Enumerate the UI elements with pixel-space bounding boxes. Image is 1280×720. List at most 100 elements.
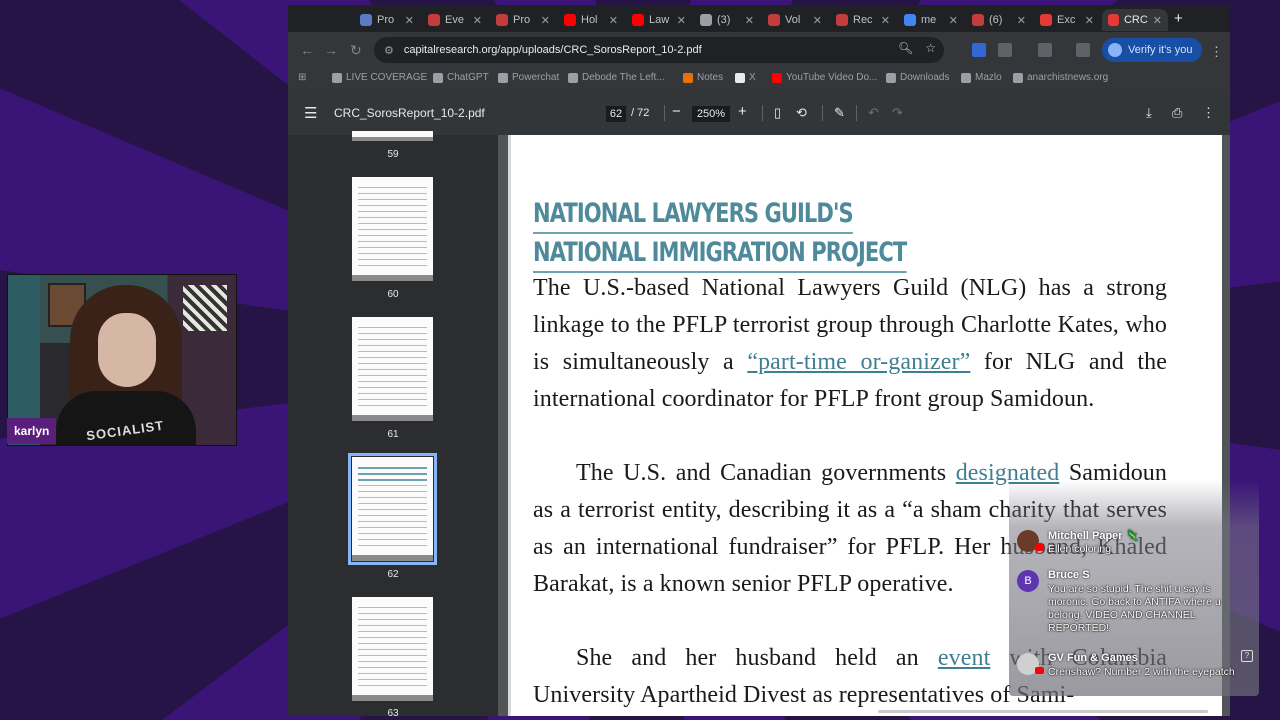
thumbnail-text-line	[358, 393, 427, 394]
forward-icon[interactable]: →	[324, 42, 338, 58]
reload-icon[interactable]: ↻	[350, 42, 362, 59]
page-thumbnail[interactable]	[352, 597, 433, 701]
section-heading: NATIONAL LAWYERS GUILD'S NATIONAL IMMIGR…	[533, 195, 907, 273]
tab-close-icon[interactable]: ✕	[949, 14, 958, 27]
tab-favicon-icon	[360, 14, 372, 26]
bookmark-item[interactable]: Downloads	[886, 72, 949, 83]
zoom-out-icon[interactable]: −	[672, 103, 681, 120]
bookmark-label: Notes	[697, 72, 724, 83]
browser-tab[interactable]: Rec ✕	[830, 9, 896, 31]
browser-tab[interactable]: Pro ✕	[490, 9, 556, 31]
bookmark-item[interactable]: Powerchat	[498, 72, 559, 83]
new-tab-icon[interactable]: +	[1174, 10, 1183, 27]
extension-icon[interactable]	[972, 43, 986, 57]
tab-label: Law	[649, 14, 670, 26]
tab-close-icon[interactable]: ✕	[1085, 14, 1094, 27]
thumbnail-text-line	[358, 649, 427, 650]
tab-close-icon[interactable]: ✕	[541, 14, 550, 27]
tab-close-icon[interactable]: ✕	[1153, 14, 1162, 27]
chat-text: You are so stupid. The shit u say is mor…	[1048, 583, 1221, 634]
zoom-level-input[interactable]: 250%	[692, 106, 730, 122]
browser-tab[interactable]: CRC ✕	[1102, 9, 1168, 31]
bookmark-icon	[772, 72, 782, 83]
toolbar-divider	[664, 105, 665, 121]
bookmark-item[interactable]: X	[735, 72, 756, 83]
download-icon[interactable]: ⤓	[1146, 105, 1152, 121]
tab-close-icon[interactable]: ✕	[405, 14, 414, 27]
thumbnail-text-line	[358, 485, 427, 486]
profile-avatar-icon	[1108, 43, 1122, 57]
thumbnail-text-line	[358, 637, 427, 638]
browser-tab[interactable]: me ✕	[898, 9, 964, 31]
undo-icon[interactable]: ↶	[868, 105, 879, 121]
page-thumbnail[interactable]	[352, 317, 433, 421]
browser-tab[interactable]: Eve ✕	[422, 9, 488, 31]
pdf-menu-icon[interactable]: ☰	[304, 104, 317, 122]
thumbnail-text-line	[358, 339, 427, 340]
fit-page-icon[interactable]: ▯	[774, 105, 781, 121]
thumbnail-text-line	[358, 503, 427, 504]
bookmark-item[interactable]: Notes	[683, 72, 723, 83]
tab-close-icon[interactable]: ✕	[1017, 14, 1026, 27]
back-icon[interactable]: ←	[300, 42, 314, 58]
bookmark-icon	[1013, 72, 1023, 83]
bookmark-label: anarchistnews.org	[1027, 72, 1109, 83]
pdf-more-icon[interactable]: ⋮	[1202, 105, 1215, 121]
tab-close-icon[interactable]: ✕	[473, 14, 482, 27]
browser-tab[interactable]: Hol ✕	[558, 9, 624, 31]
tab-close-icon[interactable]: ✕	[813, 14, 822, 27]
page-edge	[508, 135, 511, 716]
thumbnail-text-line	[358, 625, 427, 626]
browser-tab[interactable]: (3) ✕	[694, 9, 760, 31]
browser-tab[interactable]: Law ✕	[626, 9, 692, 31]
rotate-icon[interactable]: ⟲	[796, 105, 807, 121]
zoom-in-icon[interactable]: +	[738, 103, 747, 120]
page-thumbnail-current[interactable]	[348, 453, 437, 565]
redo-icon[interactable]: ↷	[892, 105, 903, 121]
browser-menu-icon[interactable]: ⋮	[1210, 44, 1223, 60]
bookmark-icon	[961, 72, 971, 83]
bookmark-item[interactable]: Debode The Left...	[568, 72, 665, 83]
site-info-icon[interactable]: ⚙	[384, 44, 394, 57]
thumbnail-text-line	[358, 369, 427, 370]
thumbnail-page-number: 62	[387, 569, 399, 580]
part-time-organizer-link[interactable]: “part-time or-ganizer”	[747, 349, 970, 375]
browser-tab[interactable]: (6) ✕	[966, 9, 1032, 31]
tab-close-icon[interactable]: ✕	[745, 14, 754, 27]
browser-tab[interactable]: Exc ✕	[1034, 9, 1100, 31]
zoom-icon[interactable]: 🔍︎	[898, 41, 913, 55]
bookmark-item[interactable]: anarchistnews.org	[1013, 72, 1108, 83]
apps-grid-icon[interactable]: ⊞	[298, 72, 306, 83]
event-link[interactable]: event	[938, 645, 990, 671]
bookmark-item[interactable]: Mazlo	[961, 72, 1002, 83]
bookmark-item[interactable]: LIVE COVERAGE	[332, 72, 427, 83]
browser-tab[interactable]: Pro ✕	[354, 9, 420, 31]
extension-icon[interactable]	[1038, 43, 1052, 57]
thumbnail-text-line	[358, 363, 427, 364]
page-thumbnail[interactable]	[352, 131, 433, 141]
profile-verify-button[interactable]: Verify it's you	[1102, 38, 1203, 62]
toolbar-divider	[822, 105, 823, 121]
tab-favicon-icon	[496, 14, 508, 26]
tab-close-icon[interactable]: ✕	[677, 14, 686, 27]
help-icon[interactable]: ?	[1241, 650, 1253, 662]
extension-icon[interactable]	[998, 43, 1012, 57]
bookmark-item[interactable]: YouTube Video Do...	[772, 72, 877, 83]
horizontal-scrollbar[interactable]	[878, 710, 1208, 713]
tab-label: Hol	[581, 14, 598, 26]
print-icon[interactable]: ⎙	[1172, 105, 1182, 121]
address-bar[interactable]: ⚙ capitalresearch.org/app/uploads/CRC_So…	[374, 37, 944, 63]
page-thumbnail[interactable]	[352, 177, 433, 281]
bookmark-star-icon[interactable]: ☆	[925, 41, 936, 55]
thumbnail-text-line	[358, 491, 427, 492]
chat-text: Ellen coloring	[1048, 543, 1112, 555]
thumbnail-text-line	[358, 205, 427, 206]
annotate-icon[interactable]: ✎	[834, 105, 845, 121]
tab-label: Exc	[1057, 14, 1076, 26]
browser-tab[interactable]: Vol ✕	[762, 9, 828, 31]
bookmark-item[interactable]: ChatGPT	[433, 72, 489, 83]
tab-close-icon[interactable]: ✕	[881, 14, 890, 27]
page-number-input[interactable]: 62	[606, 106, 626, 122]
tab-close-icon[interactable]: ✕	[609, 14, 618, 27]
extension-icon[interactable]	[1076, 43, 1090, 57]
